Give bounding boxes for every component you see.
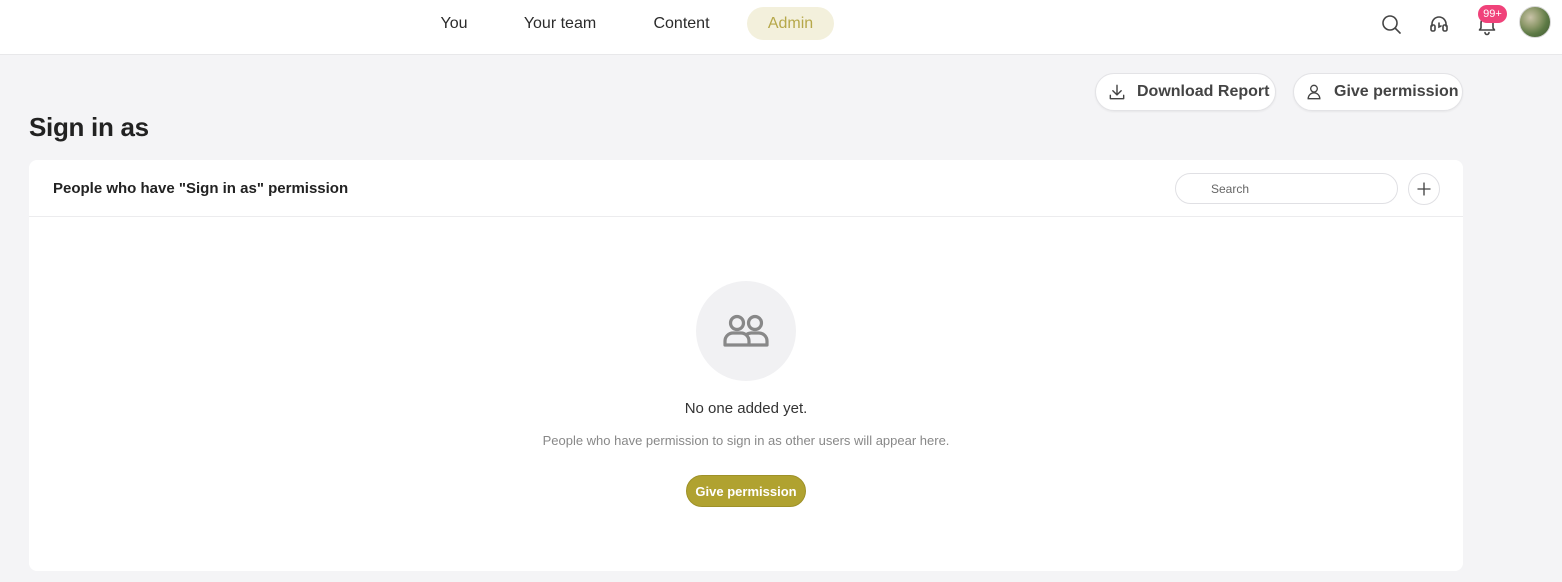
user-icon [1307, 84, 1321, 100]
empty-state-description: People who have permission to sign in as… [542, 433, 950, 448]
give-permission-label: Give permission [1334, 83, 1459, 100]
card-header: People who have "Sign in as" permission [29, 160, 1463, 217]
plus-icon [1417, 182, 1431, 196]
permission-card: People who have "Sign in as" permission … [29, 160, 1463, 571]
empty-state-title: No one added yet. [684, 400, 808, 417]
avatar[interactable] [1519, 6, 1551, 38]
search-input[interactable] [1175, 173, 1398, 204]
search-icon[interactable] [1379, 12, 1403, 36]
download-icon [1109, 84, 1125, 100]
tab-admin[interactable]: Admin [747, 7, 834, 40]
empty-state-illustration [696, 281, 796, 381]
page-title: Sign in as [29, 112, 149, 142]
notification-badge[interactable]: 99+ [1478, 5, 1507, 23]
tab-content[interactable]: Content [637, 7, 726, 40]
download-report-label: Download Report [1137, 83, 1270, 100]
people-icon [723, 314, 769, 347]
download-report-button[interactable]: Download Report [1095, 73, 1276, 111]
tab-your-team[interactable]: Your team [508, 7, 612, 40]
tab-you[interactable]: You [425, 7, 483, 40]
card-title: People who have "Sign in as" permission [53, 180, 349, 197]
headset-icon[interactable] [1427, 12, 1451, 36]
add-button[interactable] [1408, 173, 1440, 205]
give-permission-button[interactable]: Give permission [1293, 73, 1463, 111]
give-permission-primary-button[interactable]: Give permission [686, 475, 806, 507]
top-nav-bar: You Your team Content Admin 99+ [0, 0, 1562, 55]
